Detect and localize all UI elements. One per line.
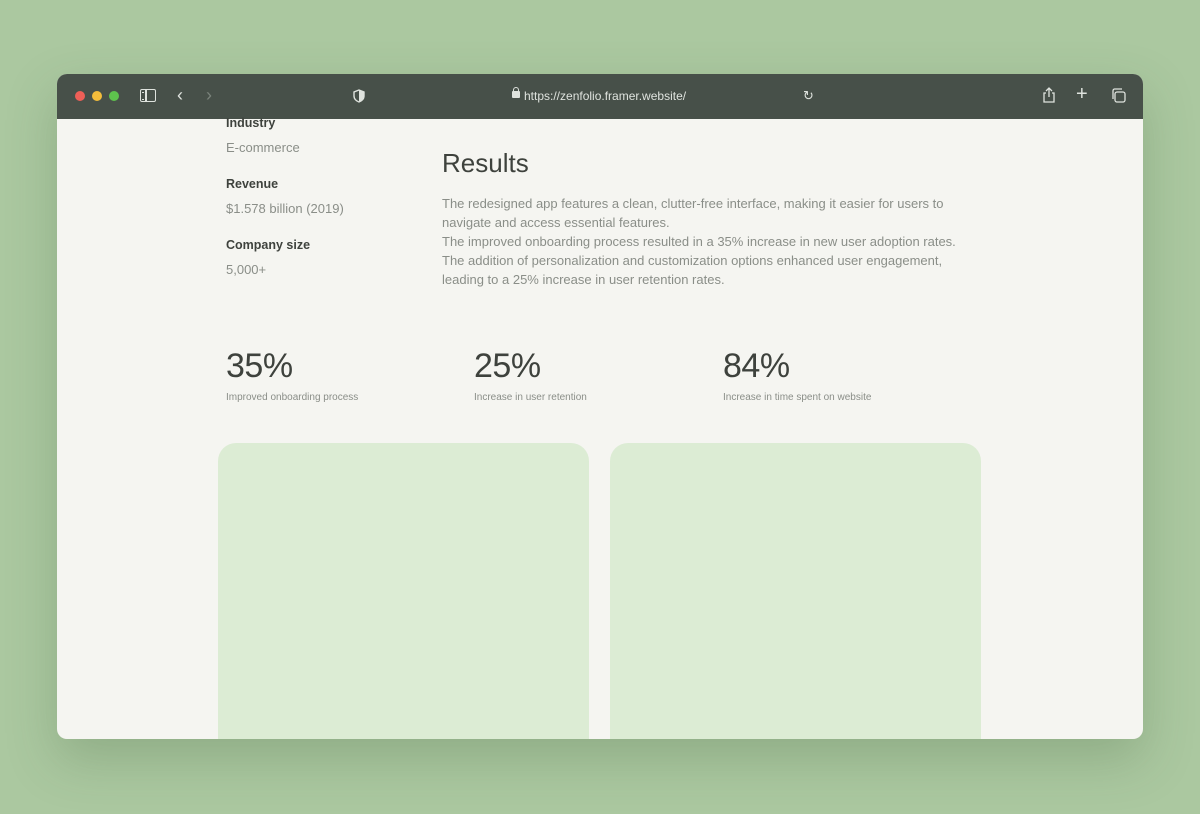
industry-label: Industry [226,116,276,130]
share-icon[interactable] [1042,87,1056,108]
company-size-value: 5,000+ [226,262,267,277]
browser-toolbar: ‹ › https://zenfolio.framer.website/ ↻ + [57,74,1143,119]
address-bar[interactable]: https://zenfolio.framer.website/ [524,89,686,103]
results-paragraph: The redesigned app features a clean, clu… [442,196,944,230]
results-paragraph: The addition of personalization and cust… [442,253,943,287]
maximize-window-button[interactable] [109,91,119,101]
back-icon[interactable]: ‹ [177,85,183,106]
results-heading: Results [442,148,529,178]
close-window-button[interactable] [75,91,85,101]
minimize-window-button[interactable] [92,91,102,101]
image-card-right [610,443,981,739]
industry-value: E-commerce [226,140,300,155]
browser-window: ‹ › https://zenfolio.framer.website/ ↻ +… [57,74,1143,739]
results-paragraph: The improved onboarding process resulted… [442,234,956,249]
company-size-label: Company size [226,238,311,252]
stat-label: Increase in user retention [474,392,587,403]
results-text: The redesigned app features a clean, clu… [442,194,972,289]
shield-icon[interactable] [353,89,365,108]
forward-icon[interactable]: › [206,85,212,106]
sidebar-icon[interactable] [140,89,156,102]
stat-retention: 25% Increase in user retention [474,347,587,403]
stat-time-spent: 84% Increase in time spent on website [723,347,871,403]
revenue-value: $1.578 billion (2019) [226,201,344,216]
image-card-left [218,443,589,739]
stat-label: Increase in time spent on website [723,392,872,403]
stat-onboarding: 35% Improved onboarding process [226,347,358,403]
reload-icon[interactable]: ↻ [803,88,814,104]
revenue-label: Revenue [226,177,279,191]
page-content: Industry E-commerce Revenue $1.578 billi… [57,116,1143,739]
stat-value: 84% [723,347,790,385]
stat-value: 25% [474,347,541,385]
plus-icon[interactable]: + [1076,83,1088,106]
tabs-icon[interactable] [1111,88,1126,108]
lock-icon [512,87,520,98]
stat-label: Improved onboarding process [226,392,359,403]
stat-value: 35% [226,347,293,385]
